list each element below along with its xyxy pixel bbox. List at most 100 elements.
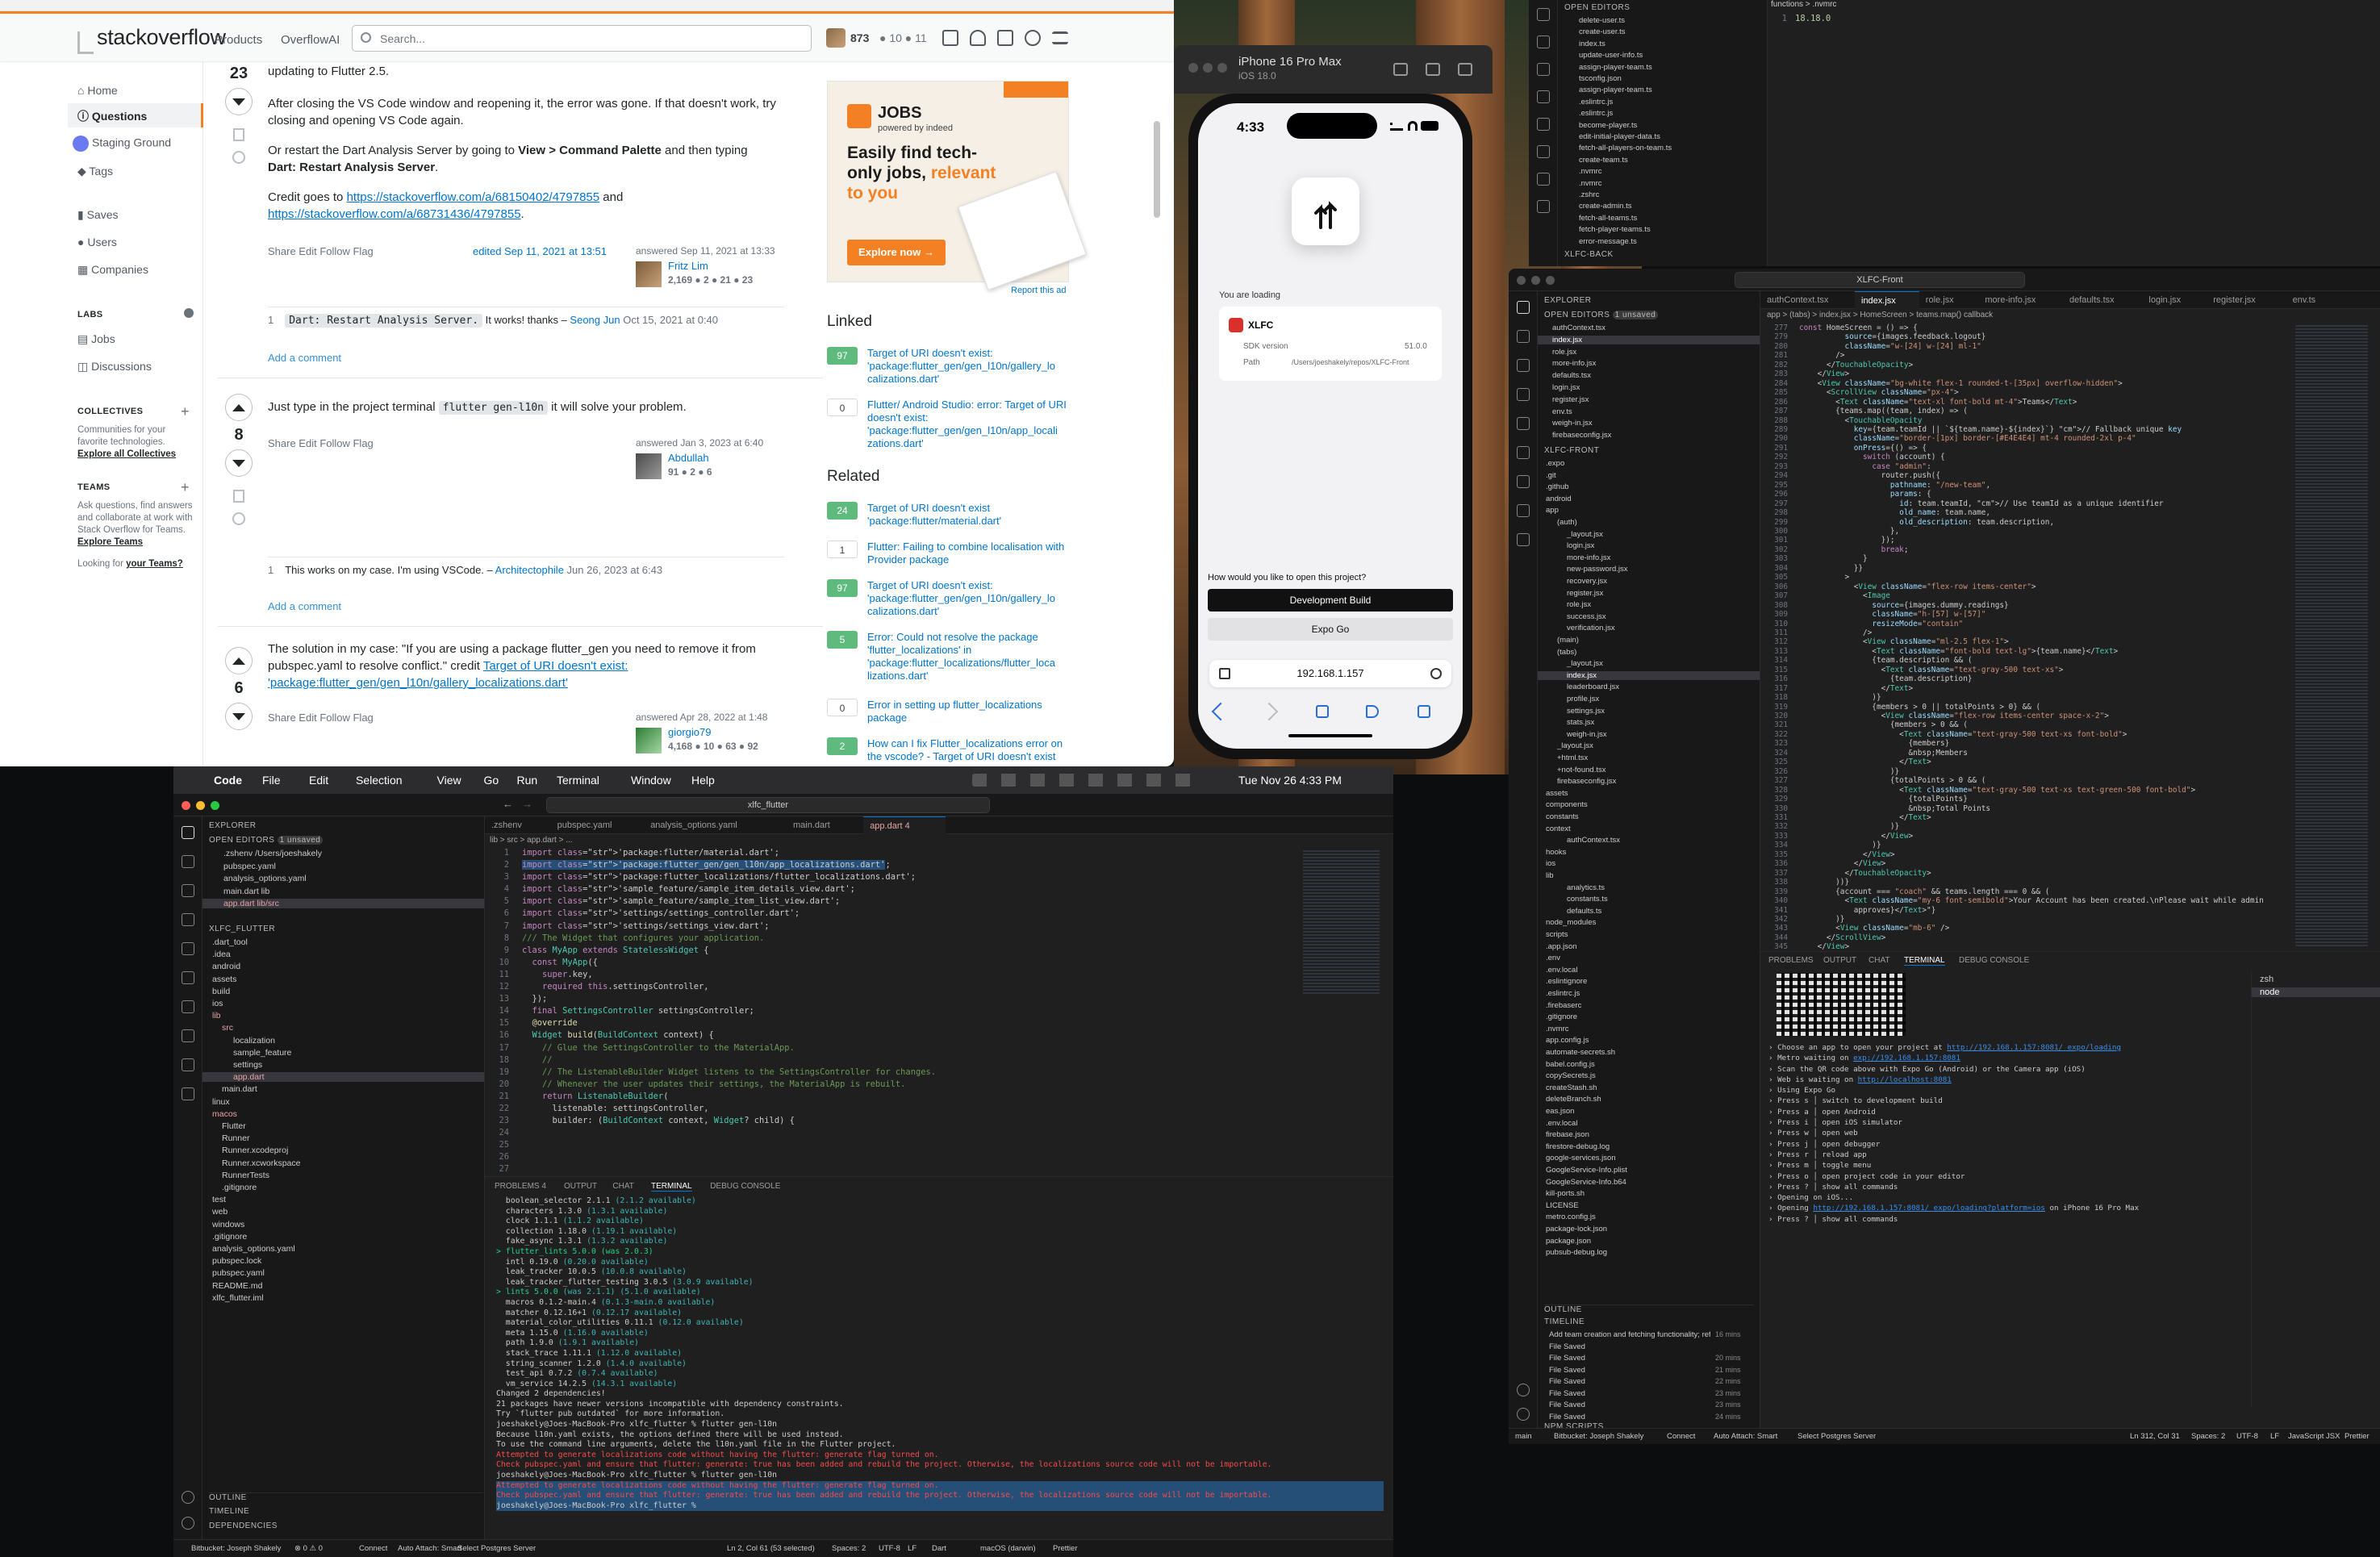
file-tree-item[interactable]: google-services.json [1538, 1154, 1760, 1163]
stackoverflow-logo-icon[interactable] [77, 31, 94, 54]
open-editor-item[interactable]: edit-initial-player-data.ts [1579, 132, 1660, 141]
flutter-icon[interactable] [182, 1000, 194, 1013]
editor-tab[interactable]: defaults.tsx [2063, 291, 2142, 309]
user-avatar[interactable] [636, 453, 662, 479]
status-item[interactable]: Select Postgres Server [1798, 1432, 1876, 1441]
file-tree-item[interactable]: .expo [1538, 459, 1760, 468]
menubar-clock[interactable]: Tue Nov 26 4:33 PM [1238, 774, 1342, 787]
file-tree-item[interactable]: components [1538, 800, 1760, 809]
remote-icon[interactable] [1517, 446, 1530, 459]
editor-tab[interactable]: env.ts [2286, 291, 2336, 309]
nav-home[interactable]: ⌂ Home [77, 84, 118, 97]
menu-item[interactable]: File [262, 774, 281, 787]
folder-header[interactable]: XLFC-BACK [1564, 250, 1614, 259]
editor-tab[interactable]: analysis_options.yaml [644, 816, 787, 834]
menu-app[interactable]: Code [214, 774, 242, 787]
menu-item[interactable]: Edit [309, 774, 328, 787]
extensions-icon[interactable] [182, 942, 194, 955]
open-editor-item[interactable]: update-user-info.ts [1579, 51, 1643, 60]
timeline-item[interactable]: File Saved [1549, 1354, 1710, 1363]
editor-tab[interactable]: authContext.tsx [1760, 291, 1855, 309]
file-tree-item[interactable]: firebaseconfig.jsx [1538, 777, 1760, 786]
file-tree-item[interactable]: eas.json [1538, 1107, 1760, 1116]
expo-go-button[interactable]: Expo Go [1208, 618, 1453, 641]
menu-item[interactable]: Window [631, 774, 671, 787]
database-icon[interactable] [182, 1087, 194, 1100]
share-icon[interactable] [1316, 705, 1329, 718]
question-link[interactable]: 97 Target of URI doesn't exist: 'package:… [827, 579, 1069, 628]
file-tree-item[interactable]: ios [1538, 859, 1760, 868]
timeline-header[interactable]: TIMELINE [209, 1507, 249, 1516]
so-logo[interactable]: stackoverflow [97, 25, 226, 50]
testing-icon[interactable] [182, 1029, 194, 1042]
file-tree-item[interactable]: .gitignore [203, 1183, 484, 1192]
files-icon[interactable] [182, 826, 194, 839]
editor-tab[interactable]: register.jsx [2207, 291, 2286, 309]
user-avatar[interactable] [636, 261, 662, 287]
question-link[interactable]: 5 Error: Could not resolve the package 'f… [827, 631, 1069, 682]
file-tree-item[interactable]: lib [1538, 871, 1760, 880]
open-editor-item[interactable]: more-info.jsx [1538, 359, 1760, 368]
open-editor-item[interactable]: assign-player-team.ts [1579, 63, 1652, 72]
file-tree-item[interactable]: pubspec.lock [203, 1256, 484, 1266]
testing-icon[interactable] [1537, 200, 1550, 213]
file-tree-item[interactable]: pubsub-debug.log [1538, 1248, 1760, 1257]
file-tree-item[interactable]: .env.local [1538, 966, 1760, 975]
status-item[interactable]: Ln 2, Col 61 (53 selected) [727, 1544, 815, 1553]
panel-tab[interactable]: CHAT [612, 1182, 633, 1191]
open-editor-item[interactable]: error-message.ts [1579, 237, 1637, 246]
docker-icon[interactable] [1537, 173, 1550, 186]
site-switcher-icon[interactable] [1052, 31, 1068, 44]
terminal-node[interactable]: node [2252, 987, 2380, 997]
file-tree-item[interactable]: (auth) [1538, 518, 1760, 527]
post-actions[interactable]: Share Edit Follow Flag [268, 245, 374, 257]
question-title[interactable]: How can I fix Flutter_localizations erro… [867, 737, 1069, 763]
file-tree-item[interactable]: pubspec.yaml [203, 1268, 484, 1278]
scrollbar[interactable] [1154, 121, 1160, 218]
nav-staging-ground[interactable]: Staging Ground [73, 136, 171, 152]
open-editor-item[interactable]: delete-user.ts [1579, 16, 1625, 25]
open-editor-item[interactable]: fetch-player-teams.ts [1579, 225, 1651, 234]
file-tree-item[interactable]: +html.tsx [1538, 753, 1760, 762]
status-item[interactable]: Spaces: 2 [2191, 1432, 2225, 1441]
status-item[interactable]: Dart [932, 1544, 946, 1553]
open-editor-item[interactable]: app.dart lib/src [203, 899, 484, 908]
editor-tab[interactable]: .zshenv [485, 816, 551, 834]
file-tree-item[interactable]: context [1538, 824, 1760, 833]
panel-tab[interactable]: DEBUG CONSOLE [710, 1182, 780, 1191]
file-tree-item[interactable]: constants.ts [1538, 895, 1760, 904]
file-tree-item[interactable]: (main) [1538, 636, 1760, 645]
status-item[interactable]: Auto Attach: Smart [398, 1544, 461, 1553]
file-tree-item[interactable]: analysis_options.yaml [203, 1244, 484, 1254]
nav-users[interactable]: ● Users [77, 236, 117, 248]
editor-tab[interactable]: more-info.jsx [1978, 291, 2063, 309]
status-item[interactable]: macOS (darwin) [980, 1544, 1036, 1553]
menubar-status-icons[interactable] [972, 774, 1214, 787]
question-title[interactable]: Error: Could not resolve the package 'fl… [867, 631, 1069, 682]
command-center[interactable]: XLFC-Front [1735, 272, 2025, 288]
file-tree-item[interactable]: GoogleService-Info.plist [1538, 1166, 1760, 1175]
question-title[interactable]: Target of URI doesn't exist 'package:flu… [867, 502, 1069, 528]
extensions-icon[interactable] [1537, 118, 1550, 131]
file-tree-item[interactable]: test [203, 1195, 484, 1204]
post-actions[interactable]: Share Edit Follow Flag [268, 437, 374, 449]
forward-icon[interactable]: → [522, 798, 532, 810]
file-tree-item[interactable]: ios [203, 999, 484, 1008]
question-title[interactable]: Flutter: Failing to combine localisation… [867, 541, 1069, 566]
screenshot-icon[interactable] [1426, 63, 1440, 76]
timeline-header[interactable]: TIMELINE [1544, 1317, 1585, 1326]
reload-icon[interactable] [1430, 668, 1442, 679]
panel-tab[interactable]: OUTPUT [564, 1182, 597, 1191]
search-icon[interactable] [182, 855, 194, 868]
gear-icon[interactable] [1517, 1408, 1530, 1421]
terminal-text[interactable]: › Choose an app to open your project at … [1768, 1042, 2244, 1225]
bookmarks-icon[interactable] [1366, 705, 1379, 718]
file-tree-item[interactable]: android [203, 962, 484, 971]
run-icon[interactable] [1537, 90, 1550, 103]
file-tree-item[interactable]: .github [1538, 482, 1760, 491]
open-editor-item[interactable]: role.jsx [1538, 348, 1760, 357]
collectives-link[interactable]: Explore all Collectives [77, 449, 176, 459]
back-icon[interactable]: ← [503, 798, 513, 810]
nav-tags[interactable]: ◆ Tags [77, 165, 113, 178]
answer-link[interactable]: https://stackoverflow.com/a/68731436/479… [268, 207, 521, 221]
